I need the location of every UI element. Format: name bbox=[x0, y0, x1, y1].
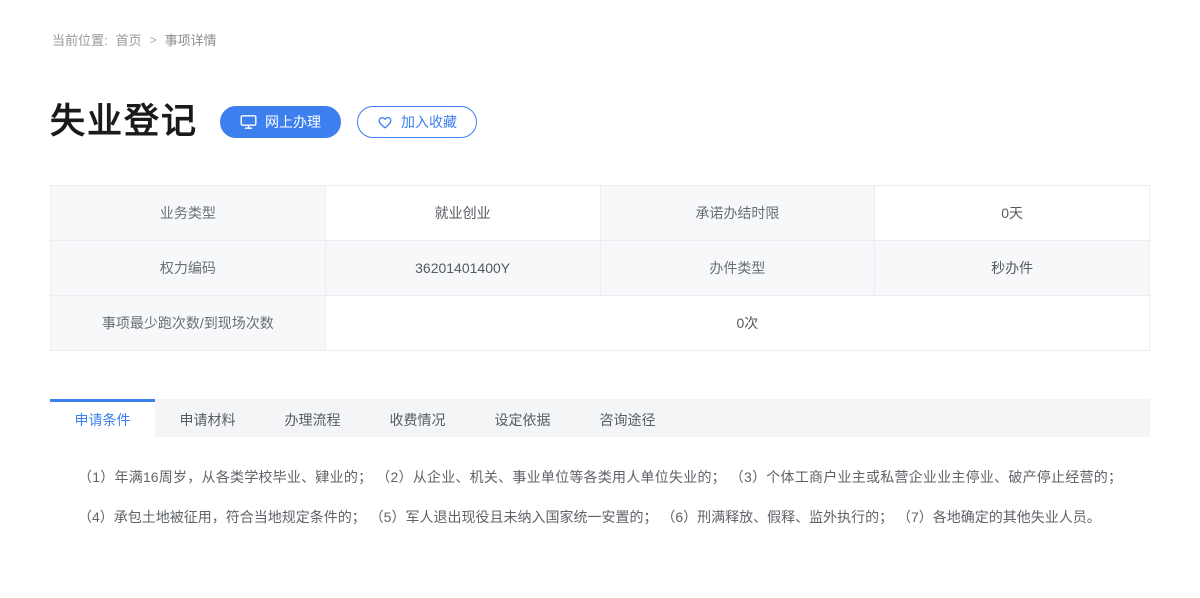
breadcrumb-prefix: 当前位置: bbox=[52, 30, 108, 49]
value-promised-time: 0天 bbox=[875, 186, 1150, 241]
label-promised-time: 承诺办结时限 bbox=[600, 186, 875, 241]
label-power-code: 权力编码 bbox=[51, 241, 326, 296]
value-business-type: 就业创业 bbox=[325, 186, 600, 241]
breadcrumb: 当前位置: 首页 > 事项详情 bbox=[50, 30, 1150, 49]
title-row: 失业登记 网上办理 加入收藏 bbox=[50, 101, 1150, 143]
online-handle-label: 网上办理 bbox=[265, 112, 321, 132]
tab-fee-information[interactable]: 收费情况 bbox=[365, 399, 470, 437]
tab-application-conditions[interactable]: 申请条件 bbox=[50, 399, 155, 437]
label-case-type: 办件类型 bbox=[600, 241, 875, 296]
conditions-paragraph: （1）年满16周岁，从各类学校毕业、肄业的； （2）从企业、机关、事业单位等各类… bbox=[78, 457, 1122, 537]
value-min-visits: 0次 bbox=[325, 296, 1149, 351]
value-case-type: 秒办件 bbox=[875, 241, 1150, 296]
detail-tabs: 申请条件 申请材料 办理流程 收费情况 设定依据 咨询途径 bbox=[50, 399, 1150, 437]
tab-setting-basis[interactable]: 设定依据 bbox=[470, 399, 575, 437]
page-title: 失业登记 bbox=[50, 101, 198, 143]
online-handle-button[interactable]: 网上办理 bbox=[220, 106, 341, 138]
tab-panel-application-conditions: （1）年满16周岁，从各类学校毕业、肄业的； （2）从企业、机关、事业单位等各类… bbox=[50, 437, 1150, 537]
breadcrumb-current: 事项详情 bbox=[165, 30, 217, 49]
tab-consultation-channels[interactable]: 咨询途径 bbox=[575, 399, 680, 437]
breadcrumb-separator: > bbox=[150, 33, 157, 47]
table-row: 业务类型 就业创业 承诺办结时限 0天 bbox=[51, 186, 1150, 241]
table-row: 权力编码 36201401400Y 办件类型 秒办件 bbox=[51, 241, 1150, 296]
add-favorite-label: 加入收藏 bbox=[401, 112, 457, 132]
label-business-type: 业务类型 bbox=[51, 186, 326, 241]
value-power-code: 36201401400Y bbox=[325, 241, 600, 296]
page-container: 当前位置: 首页 > 事项详情 失业登记 网上办理 加入收藏 bbox=[50, 0, 1150, 537]
table-row: 事项最少跑次数/到现场次数 0次 bbox=[51, 296, 1150, 351]
monitor-icon bbox=[240, 114, 257, 130]
tab-application-materials[interactable]: 申请材料 bbox=[155, 399, 260, 437]
label-min-visits: 事项最少跑次数/到现场次数 bbox=[51, 296, 326, 351]
tab-handling-process[interactable]: 办理流程 bbox=[260, 399, 365, 437]
breadcrumb-home-link[interactable]: 首页 bbox=[116, 30, 142, 49]
heart-icon bbox=[377, 115, 393, 130]
add-favorite-button[interactable]: 加入收藏 bbox=[357, 106, 477, 138]
item-info-table: 业务类型 就业创业 承诺办结时限 0天 权力编码 36201401400Y 办件… bbox=[50, 185, 1150, 351]
